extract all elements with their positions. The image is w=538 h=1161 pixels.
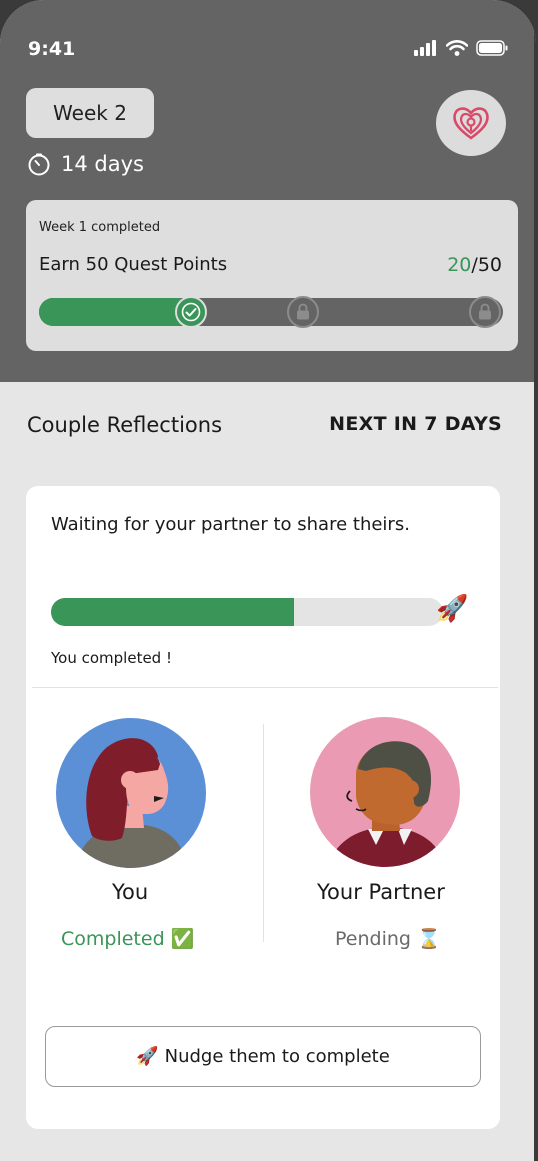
days-label: 14 days <box>61 152 144 176</box>
week-selector[interactable]: Week 2 <box>26 88 154 138</box>
days-remaining: 14 days <box>27 152 144 176</box>
waiting-message: Waiting for your partner to share theirs… <box>51 514 410 535</box>
wifi-icon <box>446 40 468 56</box>
completed-message: You completed ! <box>51 649 172 667</box>
reflection-progress-fill <box>51 598 295 626</box>
rocket-icon: 🚀 <box>136 1046 159 1067</box>
reflection-card: Waiting for your partner to share theirs… <box>26 486 500 1129</box>
quest-score: 20/50 <box>447 254 502 276</box>
milestone-completed <box>175 296 207 328</box>
partner-status: Pending ⌛ <box>335 928 441 950</box>
you-status: Completed ✅ <box>61 928 195 950</box>
quest-progress-fill <box>39 298 193 326</box>
timer-icon <box>28 153 50 176</box>
section-title: Couple Reflections <box>27 413 223 437</box>
partner-name: Your Partner <box>317 880 445 904</box>
status-icons <box>414 40 508 56</box>
milestone-locked <box>469 296 501 328</box>
quest-card: Week 1 completed Earn 50 Quest Points 20… <box>26 200 518 351</box>
battery-icon <box>476 40 508 56</box>
rocket-icon: 🚀 <box>436 594 469 624</box>
divider <box>263 724 264 942</box>
check-icon <box>181 302 201 322</box>
profile-logo-button[interactable] <box>436 90 506 156</box>
lock-icon <box>479 303 491 320</box>
nudge-label: Nudge them to complete <box>164 1046 390 1067</box>
next-reflection-label: NEXT IN 7 DAYS <box>329 413 502 435</box>
quest-points-earned: 20 <box>447 254 472 276</box>
signal-icon <box>414 40 436 56</box>
avatar-you <box>56 718 206 868</box>
milestone-locked <box>287 296 319 328</box>
nudge-button[interactable]: 🚀 Nudge them to complete <box>45 1026 481 1087</box>
quest-title: Earn 50 Quest Points <box>39 254 228 275</box>
reflection-progress-bar <box>51 598 443 626</box>
avatar-partner <box>310 717 460 867</box>
quest-progress-bar <box>39 296 503 328</box>
you-name: You <box>112 880 149 904</box>
lock-icon <box>297 303 309 320</box>
quest-points-total: 50 <box>477 254 502 276</box>
divider <box>32 687 498 688</box>
week-label: Week 2 <box>53 101 127 125</box>
heart-logo-icon <box>453 107 489 140</box>
phone-screen: 9:41 Week 2 14 days Week 1 completed Ear… <box>0 0 536 1161</box>
status-time: 9:41 <box>28 38 76 60</box>
quest-subtitle: Week 1 completed <box>39 220 161 235</box>
device-edge <box>534 0 536 1161</box>
